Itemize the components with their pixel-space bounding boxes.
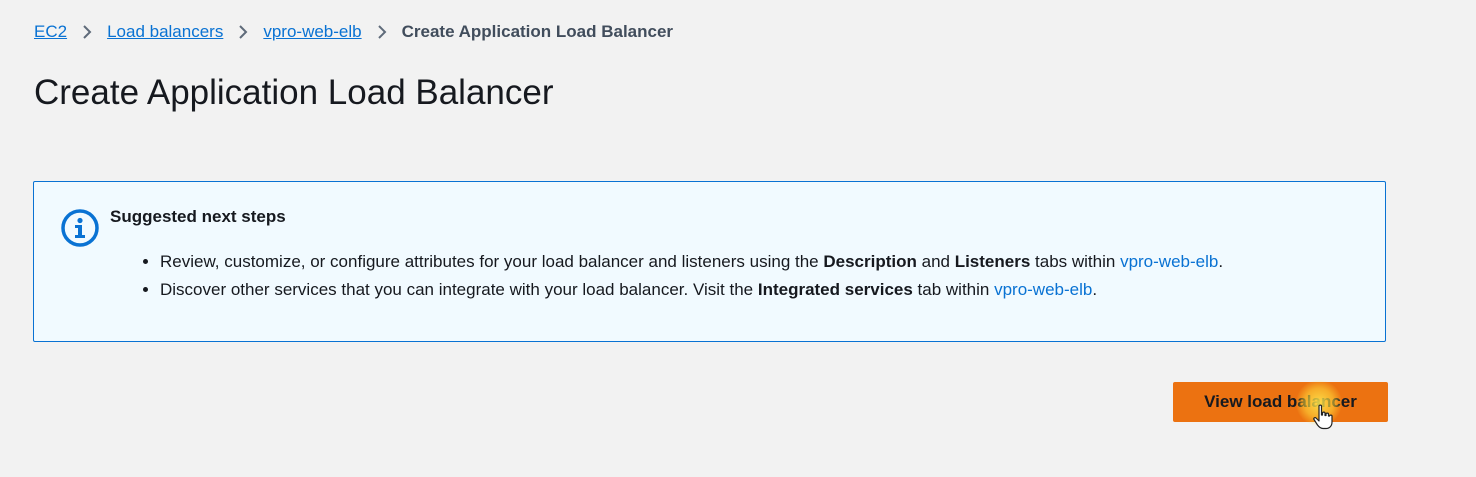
step-text: Review, customize, or configure attribut… bbox=[160, 252, 824, 271]
integrated-services-tab-label: Integrated services bbox=[757, 280, 913, 299]
chevron-right-icon bbox=[362, 20, 402, 44]
breadcrumb-link-ec2[interactable]: EC2 bbox=[34, 20, 67, 44]
list-item: Review, customize, or configure attribut… bbox=[160, 248, 1223, 276]
step-text: . bbox=[1218, 252, 1224, 271]
view-load-balancer-button[interactable]: View load balancer bbox=[1173, 382, 1388, 422]
load-balancer-link[interactable]: vpro-web-elb bbox=[994, 280, 1092, 299]
page-title: Create Application Load Balancer bbox=[34, 73, 554, 112]
load-balancer-link[interactable]: vpro-web-elb bbox=[1120, 252, 1218, 271]
step-text: and bbox=[916, 252, 955, 271]
info-alert: Suggested next steps Review, customize, … bbox=[33, 181, 1386, 342]
listeners-tab-label: Listeners bbox=[954, 252, 1031, 271]
breadcrumb: EC2 Load balancers vpro-web-elb Create A… bbox=[34, 20, 673, 44]
step-text: tab within bbox=[912, 280, 995, 299]
next-steps-list: Review, customize, or configure attribut… bbox=[138, 248, 1223, 304]
breadcrumb-link-load-balancers[interactable]: Load balancers bbox=[107, 20, 223, 44]
description-tab-label: Description bbox=[823, 252, 917, 271]
chevron-right-icon bbox=[223, 20, 263, 44]
step-text: tabs within bbox=[1030, 252, 1121, 271]
step-text: Discover other services that you can int… bbox=[160, 280, 758, 299]
breadcrumb-current: Create Application Load Balancer bbox=[401, 22, 674, 41]
alert-title: Suggested next steps bbox=[110, 207, 286, 226]
step-text: . bbox=[1092, 280, 1098, 299]
chevron-right-icon bbox=[67, 20, 107, 44]
breadcrumb-link-vpro-web-elb[interactable]: vpro-web-elb bbox=[263, 20, 361, 44]
info-icon bbox=[60, 208, 100, 248]
page: EC2 Load balancers vpro-web-elb Create A… bbox=[0, 0, 1476, 477]
list-item: Discover other services that you can int… bbox=[160, 276, 1223, 304]
